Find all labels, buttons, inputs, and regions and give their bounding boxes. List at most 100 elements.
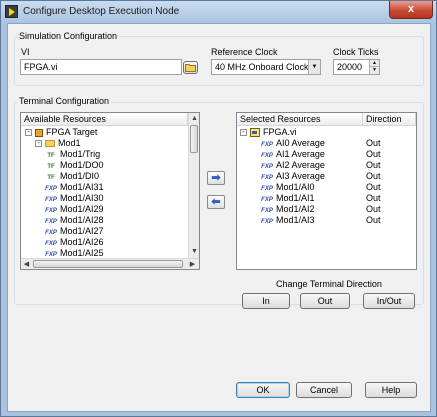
labview-app-icon bbox=[5, 5, 18, 18]
direction-cell[interactable]: Out bbox=[366, 215, 381, 226]
direction-cell[interactable]: Out bbox=[366, 193, 381, 204]
selected-resource-item[interactable]: FXP AI1 Average bbox=[261, 149, 325, 160]
arrow-right-icon: ➡ bbox=[211, 172, 221, 184]
selected-resource-item[interactable]: FXP AI3 Average bbox=[261, 171, 325, 182]
selected-resource-item[interactable]: FXP Mod1/AI1 bbox=[261, 193, 315, 204]
direction-cell[interactable]: Out bbox=[366, 160, 381, 171]
available-resource-label: Mod1/DI0 bbox=[60, 171, 100, 181]
scroll-right-icon[interactable]: ▶ bbox=[187, 259, 198, 269]
available-resource-item[interactable]: - FPGA Target bbox=[25, 127, 97, 138]
change-direction-label: Change Terminal Direction bbox=[276, 279, 382, 289]
vi-icon bbox=[250, 128, 260, 138]
direction-cell[interactable]: Out bbox=[366, 171, 381, 182]
dialog-window: Configure Desktop Execution Node x Simul… bbox=[0, 0, 437, 417]
reference-clock-select[interactable]: 40 MHz Onboard Clock ▼ bbox=[211, 59, 321, 75]
selected-resource-item[interactable]: FXP AI0 Average bbox=[261, 138, 325, 149]
selected-resource-item[interactable]: FXP Mod1/AI2 bbox=[261, 204, 315, 215]
available-resource-item[interactable]: TF Mod1/DO0 bbox=[45, 160, 104, 171]
collapse-icon[interactable]: - bbox=[25, 129, 32, 137]
available-resource-label: Mod1/AI30 bbox=[60, 193, 104, 203]
available-resource-label: FPGA Target bbox=[46, 127, 98, 137]
scroll-left-icon[interactable]: ◀ bbox=[21, 259, 32, 269]
available-resource-item[interactable]: TF Mod1/Trig bbox=[45, 149, 100, 160]
available-resources-tree[interactable]: Available Resources - FPGA Target - Mod1 TF M… bbox=[20, 112, 200, 270]
available-resource-label: Mod1/AI27 bbox=[60, 226, 104, 236]
selected-resource-item[interactable]: FXP Mod1/AI0 bbox=[261, 182, 315, 193]
fixed-point-type-icon: FXP bbox=[261, 219, 273, 225]
selected-root-row[interactable]: - FPGA.vi bbox=[240, 127, 297, 138]
terminal-configuration-title: Terminal Configuration bbox=[17, 96, 112, 106]
selected-resource-label: Mod1/AI1 bbox=[276, 193, 315, 203]
clock-ticks-value: 20000 bbox=[337, 62, 363, 72]
help-button[interactable]: Help bbox=[365, 382, 417, 398]
folder-icon bbox=[45, 140, 55, 148]
direction-cell[interactable]: Out bbox=[366, 204, 381, 215]
horizontal-scroll-thumb[interactable] bbox=[33, 260, 183, 268]
ok-button[interactable]: OK bbox=[236, 382, 290, 398]
direction-cell[interactable]: Out bbox=[366, 138, 381, 149]
available-resource-item[interactable]: TF Mod1/DI0 bbox=[45, 171, 99, 182]
vertical-scroll-thumb[interactable] bbox=[190, 125, 198, 153]
spin-up-icon[interactable]: ▲ bbox=[369, 60, 379, 67]
direction-cell[interactable]: Out bbox=[366, 182, 381, 193]
clock-ticks-label: Clock Ticks bbox=[333, 47, 379, 57]
title-bar[interactable]: Configure Desktop Execution Node x bbox=[1, 1, 436, 23]
close-button[interactable]: x bbox=[389, 1, 433, 19]
available-vertical-scrollbar[interactable]: ▲ ▼ bbox=[188, 113, 199, 258]
direction-cell[interactable]: Out bbox=[366, 149, 381, 160]
available-resource-label: Mod1/DO0 bbox=[60, 160, 104, 170]
selected-resource-label: AI3 Average bbox=[276, 171, 325, 181]
available-resource-label: Mod1/AI26 bbox=[60, 237, 104, 247]
arrow-left-icon: ⬅ bbox=[211, 196, 221, 208]
window-title: Configure Desktop Execution Node bbox=[23, 6, 180, 17]
reference-clock-value: 40 MHz Onboard Clock bbox=[215, 62, 309, 72]
available-resource-item[interactable]: FXP Mod1/AI29 bbox=[45, 204, 104, 215]
available-resource-label: Mod1/AI29 bbox=[60, 204, 104, 214]
available-resource-item[interactable]: FXP Mod1/AI31 bbox=[45, 182, 104, 193]
collapse-icon[interactable]: - bbox=[35, 140, 42, 148]
spin-down-icon[interactable]: ▼ bbox=[369, 67, 379, 74]
selected-resources-header[interactable]: Selected Resources bbox=[237, 113, 363, 126]
chevron-down-icon[interactable]: ▼ bbox=[308, 60, 320, 74]
available-resource-item[interactable]: FXP Mod1/AI27 bbox=[45, 226, 104, 237]
direction-inout-button[interactable]: In/Out bbox=[363, 293, 415, 309]
selected-resource-label: AI2 Average bbox=[276, 160, 325, 170]
remove-resource-button[interactable]: ⬅ bbox=[207, 195, 225, 209]
direction-header[interactable]: Direction bbox=[363, 113, 416, 126]
available-resource-label: Mod1 bbox=[58, 138, 81, 148]
direction-out-button[interactable]: Out bbox=[300, 293, 350, 309]
available-resource-item[interactable]: - Mod1 bbox=[35, 138, 81, 149]
reference-clock-label: Reference Clock bbox=[211, 47, 278, 57]
available-resource-item[interactable]: FXP Mod1/AI30 bbox=[45, 193, 104, 204]
cancel-button[interactable]: Cancel bbox=[296, 382, 352, 398]
selected-resource-label: Mod1/AI0 bbox=[276, 182, 315, 192]
selected-resource-label: Mod1/AI3 bbox=[276, 215, 315, 225]
available-horizontal-scrollbar[interactable]: ◀ ▶ bbox=[21, 258, 199, 269]
selected-resource-label: AI0 Average bbox=[276, 138, 325, 148]
collapse-icon[interactable]: - bbox=[240, 129, 247, 137]
available-resource-item[interactable]: FXP Mod1/AI28 bbox=[45, 215, 104, 226]
selected-resource-label: AI1 Average bbox=[276, 149, 325, 159]
scroll-up-icon[interactable]: ▲ bbox=[189, 113, 199, 124]
folder-open-icon bbox=[185, 64, 196, 72]
available-resource-label: Mod1/AI28 bbox=[60, 215, 104, 225]
available-resources-header[interactable]: Available Resources bbox=[21, 113, 188, 126]
selected-root-label: FPGA.vi bbox=[263, 127, 297, 137]
browse-vi-button[interactable] bbox=[183, 61, 198, 74]
direction-in-button[interactable]: In bbox=[242, 293, 290, 309]
selected-resource-label: Mod1/AI2 bbox=[276, 204, 315, 214]
fpga-target-icon bbox=[35, 128, 43, 137]
clock-ticks-field[interactable]: 20000 ▲ ▼ bbox=[333, 59, 380, 75]
available-resource-label: Mod1/AI31 bbox=[60, 182, 104, 192]
selected-resource-item[interactable]: FXP AI2 Average bbox=[261, 160, 325, 171]
vi-path-field[interactable]: FPGA.vi bbox=[20, 59, 182, 75]
add-resource-button[interactable]: ➡ bbox=[207, 171, 225, 185]
selected-resource-item[interactable]: FXP Mod1/AI3 bbox=[261, 215, 315, 226]
dialog-body: Simulation Configuration VI FPGA.vi Refe… bbox=[7, 23, 431, 412]
available-resource-label: Mod1/AI25 bbox=[60, 248, 104, 258]
vi-label: VI bbox=[21, 47, 30, 57]
selected-resources-table[interactable]: Selected Resources Direction - FPGA.vi FX… bbox=[236, 112, 417, 270]
available-resource-item[interactable]: FXP Mod1/AI26 bbox=[45, 237, 104, 248]
simulation-configuration-title: Simulation Configuration bbox=[17, 31, 120, 41]
scroll-down-icon[interactable]: ▼ bbox=[189, 246, 199, 257]
